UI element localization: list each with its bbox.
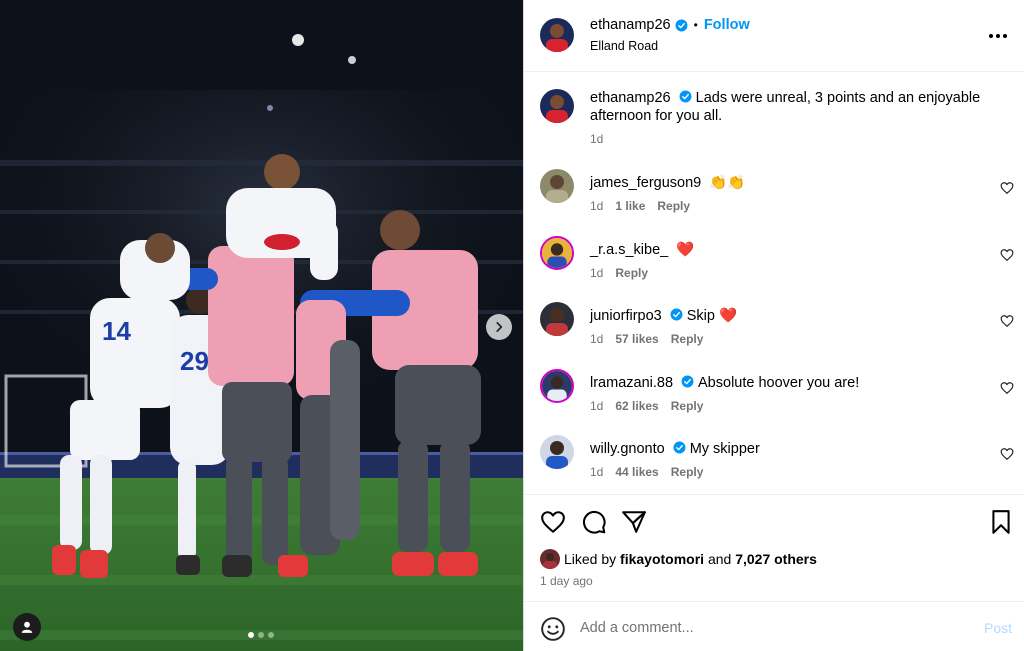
verified-badge-icon <box>670 308 683 321</box>
like-heart-icon[interactable] <box>540 509 566 535</box>
commenter-avatar[interactable] <box>540 302 574 336</box>
svg-text:14: 14 <box>102 316 131 346</box>
caption-time[interactable]: 1d <box>590 132 603 146</box>
author-avatar[interactable] <box>540 18 574 52</box>
more-horizontal-icon <box>989 34 1007 38</box>
save-bookmark-icon[interactable] <box>988 509 1014 535</box>
comment-time[interactable]: 1d <box>590 399 603 413</box>
post-actions: Liked by fikayotomori and 7,027 others 1… <box>524 494 1024 600</box>
reply-button[interactable]: Reply <box>671 332 704 346</box>
reply-button[interactable]: Reply <box>671 399 704 413</box>
verified-badge-icon <box>675 19 688 31</box>
commenter-username[interactable]: juniorfirpo3 <box>590 308 662 324</box>
comment-likes[interactable]: 57 likes <box>615 332 658 346</box>
comment-text: My skipper <box>689 441 760 457</box>
post-timestamp[interactable]: 1 day ago <box>540 574 593 588</box>
commenter-username[interactable]: lramazani.88 <box>590 375 673 391</box>
tagged-users-button[interactable] <box>13 613 41 641</box>
comment-likes[interactable]: 44 likes <box>615 465 658 479</box>
liked-by-prefix: Liked by <box>564 551 617 567</box>
liked-by-summary[interactable]: Liked by fikayotomori and 7,027 others <box>540 549 817 569</box>
svg-text:29: 29 <box>180 346 209 376</box>
emoji-icon[interactable] <box>540 616 566 642</box>
share-send-icon[interactable] <box>621 509 647 535</box>
verified-badge-icon <box>681 375 694 388</box>
commenter-avatar[interactable] <box>540 169 574 203</box>
comment-time[interactable]: 1d <box>590 199 603 213</box>
author-avatar[interactable] <box>540 89 574 123</box>
liked-by-others[interactable]: 7,027 others <box>735 551 817 567</box>
carousel-dot <box>248 632 254 638</box>
liker-avatar <box>540 549 560 569</box>
verified-badge-icon <box>679 90 692 103</box>
comment-time[interactable]: 1d <box>590 465 603 479</box>
chevron-right-icon <box>496 322 503 332</box>
post-photo[interactable]: 14 29 <box>0 0 523 651</box>
comment-time[interactable]: 1d <box>590 332 603 346</box>
more-options-button[interactable] <box>986 26 1010 46</box>
liked-by-user[interactable]: fikayotomori <box>620 551 704 567</box>
comment-likes[interactable]: 1 like <box>615 199 645 213</box>
commenter-username[interactable]: _r.a.s_kibe_ <box>590 242 668 258</box>
commenter-avatar-story[interactable] <box>540 236 574 270</box>
post-header: ethanamp26 • Follow Elland Road <box>524 0 1024 72</box>
carousel-dot <box>258 632 264 638</box>
heart-outline-icon[interactable] <box>1000 447 1014 461</box>
celebration-photo: 14 29 <box>0 0 523 651</box>
header-separator: • <box>693 18 698 32</box>
post-details-panel: ethanamp26 • Follow Elland Road ethanamp… <box>523 0 1024 651</box>
liked-by-and: and <box>707 551 732 567</box>
heart-outline-icon[interactable] <box>1000 181 1014 195</box>
user-icon <box>21 621 33 633</box>
comment-text: Absolute hoover you are! <box>698 375 860 391</box>
commenter-avatar[interactable] <box>540 435 574 469</box>
commenter-username[interactable]: willy.gnonto <box>590 441 665 457</box>
commenter-avatar-story[interactable] <box>540 369 574 403</box>
carousel-next-button[interactable] <box>486 314 512 340</box>
comment-time[interactable]: 1d <box>590 266 603 280</box>
reply-button[interactable]: Reply <box>657 199 690 213</box>
comment-bubble-icon[interactable] <box>581 509 607 535</box>
comment-text: Skip ❤️ <box>686 308 738 324</box>
verified-badge-icon <box>673 441 686 454</box>
commenter-username[interactable]: james_ferguson9 <box>590 175 701 191</box>
author-username[interactable]: ethanamp26 <box>590 17 671 33</box>
comment-text: 👏👏 <box>709 175 746 191</box>
follow-button[interactable]: Follow <box>704 17 750 33</box>
comment-text: ❤️ <box>676 242 695 258</box>
reply-button[interactable]: Reply <box>671 465 704 479</box>
carousel-indicator <box>248 632 274 638</box>
comment-likes[interactable]: 62 likes <box>615 399 658 413</box>
caption-username[interactable]: ethanamp26 <box>590 90 671 106</box>
post-location[interactable]: Elland Road <box>590 39 658 53</box>
post-comment-button[interactable]: Post <box>984 620 1012 636</box>
carousel-dot <box>268 632 274 638</box>
heart-outline-icon[interactable] <box>1000 314 1014 328</box>
heart-outline-icon[interactable] <box>1000 381 1014 395</box>
comment-composer: Post <box>524 601 1024 651</box>
comment-input[interactable] <box>580 614 960 642</box>
reply-button[interactable]: Reply <box>615 266 648 280</box>
comments-list[interactable]: ethanamp26 Lads were unreal, 3 points and… <box>524 73 1024 493</box>
heart-outline-icon[interactable] <box>1000 248 1014 262</box>
